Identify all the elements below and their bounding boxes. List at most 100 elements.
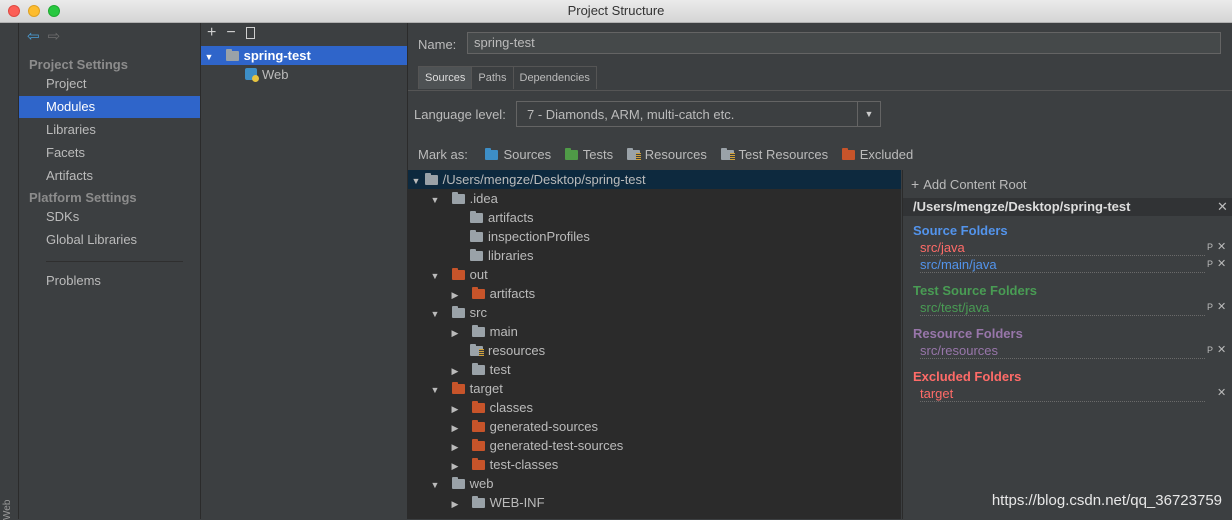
tree-node-idea[interactable]: ▼ .idea (408, 189, 901, 208)
nav-item-artifacts[interactable]: Artifacts (19, 165, 200, 187)
tree-node-web-inf[interactable]: ▶ WEB-INF (408, 493, 901, 512)
settings-nav: ⇦ ⇨ Project Settings Project Modules Libr… (19, 23, 201, 519)
copy-module-icon[interactable] (245, 27, 255, 39)
excluded-folder-item: target (920, 386, 1205, 402)
remove-root-close-icon[interactable]: ✕ (1217, 199, 1228, 215)
tree-node-label: generated-sources (489, 419, 599, 434)
tree-node-test-classes[interactable]: ▶ test-classes (408, 455, 901, 474)
remove-module-icon[interactable]: − (226, 24, 235, 41)
folder-icon (471, 363, 485, 375)
tab-paths[interactable]: Paths (471, 66, 514, 89)
tree-node-generated-sources[interactable]: ▶ generated-sources (408, 417, 901, 436)
nav-item-libraries[interactable]: Libraries (19, 119, 200, 141)
properties-icon[interactable]: P (1207, 242, 1213, 252)
excluded-folder-icon (451, 382, 465, 394)
folder-icon (451, 477, 465, 489)
module-name-input[interactable]: spring-test (467, 32, 1221, 54)
tree-node-root[interactable]: ▼ /Users/mengze/Desktop/spring-test (408, 170, 901, 189)
tab-dependencies[interactable]: Dependencies (512, 66, 597, 89)
mark-label: Resources (644, 147, 707, 162)
tree-node-label: libraries (488, 248, 534, 263)
nav-item-sdks[interactable]: SDKs (19, 206, 200, 228)
nav-item-problems[interactable]: Problems (19, 270, 200, 292)
module-label: spring-test (243, 48, 311, 63)
collapse-arrow-icon[interactable]: ▶ (450, 495, 460, 514)
chevron-down-icon[interactable]: ▼ (857, 102, 880, 126)
language-level-select[interactable]: 7 - Diamonds, ARM, multi-catch etc. ▼ (516, 101, 881, 127)
remove-folder-close-icon[interactable]: ✕ (1217, 240, 1226, 253)
mark-as-resources-button[interactable]: Resources (626, 147, 707, 162)
mark-as-bar: Mark as: Sources Tests Resources Test Re… (418, 147, 923, 162)
mark-label: Sources (503, 147, 552, 162)
folder-icon (424, 173, 438, 185)
properties-icon[interactable]: P (1207, 302, 1213, 312)
tree-node-resources[interactable]: resources (408, 341, 901, 360)
folder-icon (451, 306, 465, 318)
section-platform-settings: Platform Settings (29, 190, 137, 205)
add-module-icon[interactable]: + (207, 24, 216, 41)
section-project-settings: Project Settings (29, 57, 128, 72)
resources-folder-icon (470, 344, 484, 356)
properties-icon[interactable]: P (1207, 345, 1213, 355)
mark-as-sources-button[interactable]: Sources (485, 147, 551, 162)
tree-node-out-artifacts[interactable]: ▶ artifacts (408, 284, 901, 303)
tree-node-target[interactable]: ▼ target (408, 379, 901, 398)
tree-node-label: target (469, 381, 503, 396)
modules-toolbar: + − (207, 24, 265, 42)
window-title: Project Structure (567, 3, 665, 18)
tree-node-main[interactable]: ▶ main (408, 322, 901, 341)
tree-node-inspection-profiles[interactable]: inspectionProfiles (408, 227, 901, 246)
excluded-folder-icon (471, 439, 485, 451)
sources-folder-icon (485, 148, 499, 160)
mark-as-excluded-button[interactable]: Excluded (841, 147, 913, 162)
tree-node-label: main (489, 324, 518, 339)
remove-folder-close-icon[interactable]: ✕ (1217, 257, 1226, 270)
module-item-spring-test[interactable]: ▼ spring-test (201, 46, 407, 65)
tree-node-label: .idea (469, 191, 498, 206)
tree-node-label: artifacts (489, 286, 536, 301)
remove-folder-close-icon[interactable]: ✕ (1217, 300, 1226, 313)
tree-node-src[interactable]: ▼ src (408, 303, 901, 322)
mark-as-label: Mark as: (418, 147, 468, 162)
module-item-web[interactable]: Web (201, 65, 407, 84)
test-resources-folder-icon (720, 148, 735, 160)
mark-label: Tests (582, 147, 614, 162)
tree-node-libraries[interactable]: libraries (408, 246, 901, 265)
source-folders-heading: Source Folders (913, 223, 1008, 238)
excluded-folder-icon (471, 401, 485, 413)
tree-node-label: test-classes (489, 457, 559, 472)
back-arrow-icon[interactable]: ⇦ (27, 28, 40, 45)
nav-item-global-libraries[interactable]: Global Libraries (19, 229, 200, 251)
tree-node-test[interactable]: ▶ test (408, 360, 901, 379)
add-content-root-label: Add Content Root (923, 177, 1027, 192)
mark-as-test-resources-button[interactable]: Test Resources (720, 147, 828, 162)
properties-icon[interactable]: P (1207, 259, 1213, 269)
tree-node-label: test (489, 362, 511, 377)
excluded-folder-icon (471, 287, 485, 299)
tree-node-label: classes (489, 400, 533, 415)
nav-item-project[interactable]: Project (19, 73, 200, 95)
add-content-root-button[interactable]: + Add Content Root (911, 176, 1027, 192)
tree-node-web[interactable]: ▼ web (408, 474, 901, 493)
tree-node-classes[interactable]: ▶ classes (408, 398, 901, 417)
remove-folder-close-icon[interactable]: ✕ (1217, 386, 1226, 399)
facet-label: Web (262, 67, 289, 82)
folder-icon (470, 249, 483, 261)
tree-node-out[interactable]: ▼ out (408, 265, 901, 284)
forward-arrow-icon[interactable]: ⇨ (48, 28, 61, 45)
tree-node-idea-artifacts[interactable]: artifacts (408, 208, 901, 227)
source-folder-item: src/java (920, 240, 1205, 256)
side-strip-label[interactable]: Web (2, 500, 13, 520)
mark-as-tests-button[interactable]: Tests (564, 147, 614, 162)
folder-icon (470, 211, 483, 223)
remove-folder-close-icon[interactable]: ✕ (1217, 343, 1226, 356)
source-tree[interactable]: ▼ /Users/mengze/Desktop/spring-test ▼ .i… (408, 170, 901, 519)
nav-item-facets[interactable]: Facets (19, 142, 200, 164)
nav-arrows: ⇦ ⇨ (27, 27, 60, 45)
tab-sources[interactable]: Sources (418, 66, 473, 89)
excluded-folder-icon (471, 458, 485, 470)
tree-node-label: web (469, 476, 494, 491)
nav-item-modules[interactable]: Modules (19, 96, 200, 118)
tests-folder-icon (564, 148, 578, 160)
tree-node-generated-test-sources[interactable]: ▶ generated-test-sources (408, 436, 901, 455)
